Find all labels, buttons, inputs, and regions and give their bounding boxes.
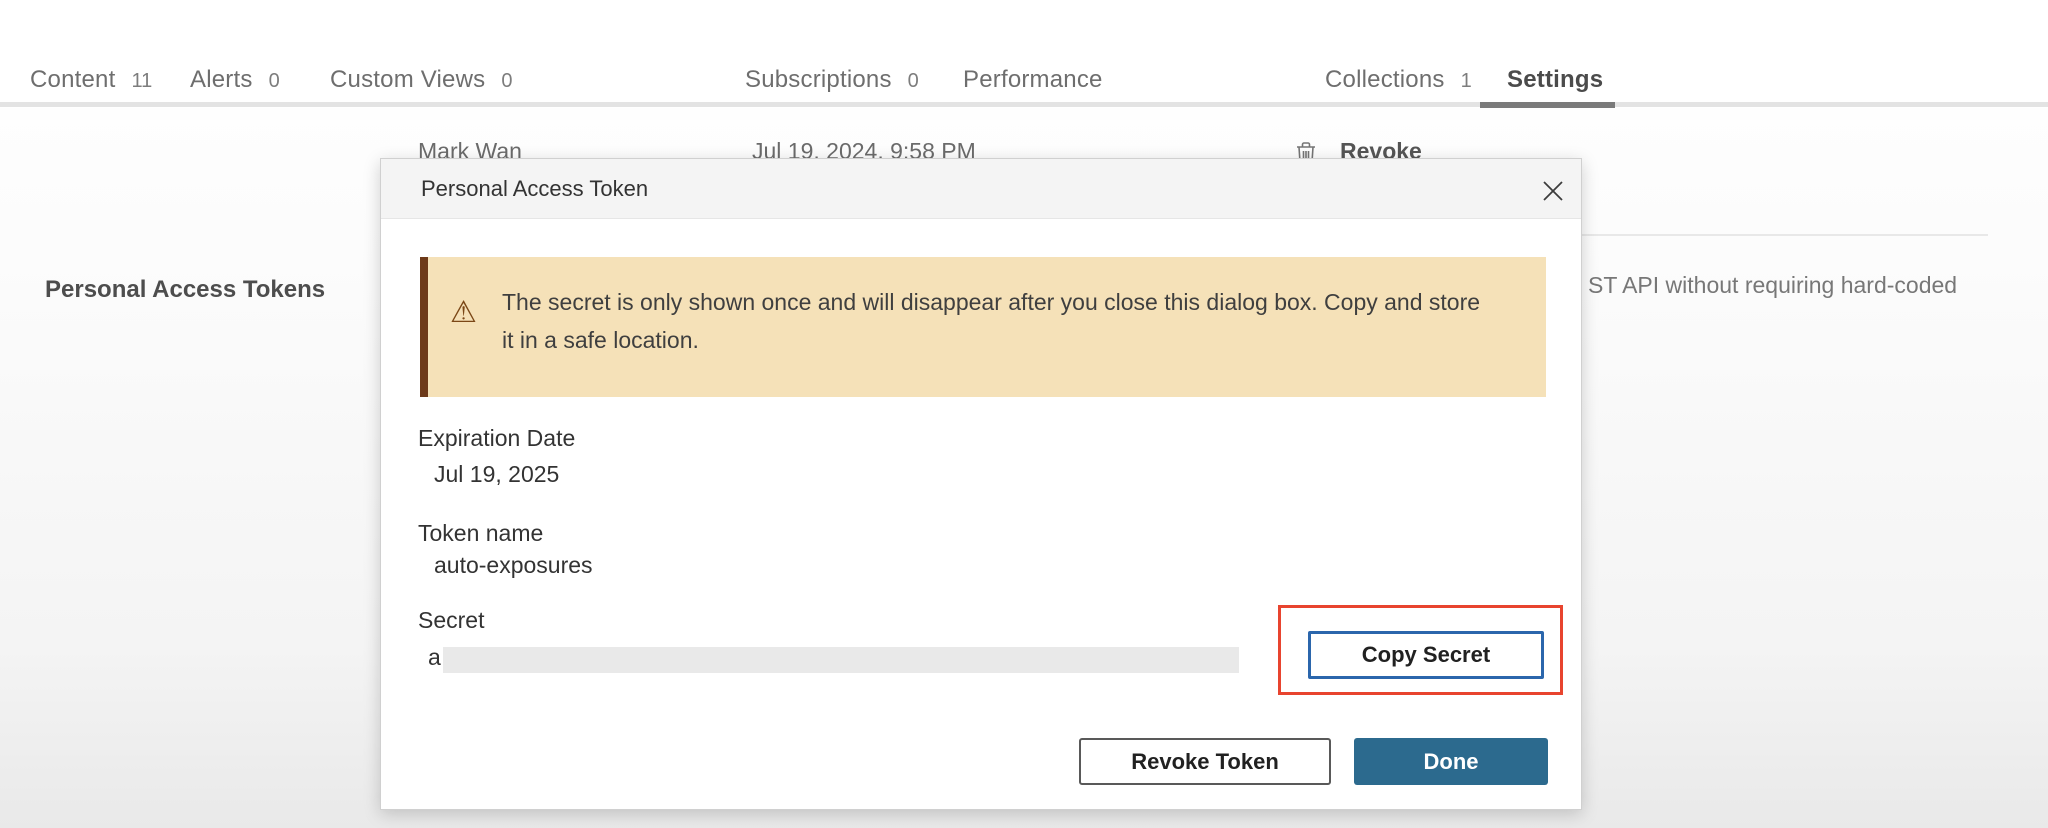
- expiration-date-label: Expiration Date: [418, 425, 575, 452]
- tab-custom-views[interactable]: Custom Views 0: [330, 66, 512, 94]
- section-description-fragment: ST API without requiring hard-coded: [1588, 272, 2040, 299]
- token-name-label: Token name: [418, 520, 543, 547]
- tab-label: Performance: [963, 66, 1103, 94]
- personal-access-token-dialog: Personal Access Token ⚠ The secret is on…: [380, 158, 1582, 810]
- tab-label: Custom Views: [330, 66, 485, 94]
- secret-label: Secret: [418, 607, 484, 634]
- expiration-date-value: Jul 19, 2025: [434, 461, 559, 488]
- tab-label: Content: [30, 66, 115, 94]
- tab-count-badge: 0: [269, 70, 280, 93]
- tab-count-badge: 1: [1461, 70, 1472, 93]
- tab-bar: Content 11 Alerts 0 Custom Views 0 Subsc…: [0, 0, 2048, 108]
- tab-count-badge: 0: [908, 70, 919, 93]
- section-title: Personal Access Tokens: [45, 276, 325, 304]
- token-name-value: auto-exposures: [434, 552, 593, 579]
- tab-count-badge: 0: [501, 70, 512, 93]
- section-divider: [1582, 234, 1988, 236]
- secret-masked-bar: [443, 647, 1239, 673]
- tab-count-badge: 11: [131, 70, 152, 93]
- tab-label: Subscriptions: [745, 66, 892, 94]
- revoke-token-button[interactable]: Revoke Token: [1079, 738, 1331, 785]
- tab-alerts[interactable]: Alerts 0: [190, 66, 280, 94]
- tab-content[interactable]: Content 11: [30, 66, 152, 94]
- warning-banner: ⚠ The secret is only shown once and will…: [420, 257, 1546, 397]
- tab-collections[interactable]: Collections 1: [1325, 66, 1472, 94]
- close-icon[interactable]: [1539, 177, 1567, 205]
- tab-subscriptions[interactable]: Subscriptions 0: [745, 66, 919, 94]
- tab-label: Settings: [1507, 66, 1603, 94]
- copy-secret-button[interactable]: Copy Secret: [1308, 631, 1544, 679]
- dialog-header: Personal Access Token: [381, 159, 1581, 219]
- tab-label: Alerts: [190, 66, 253, 94]
- warning-triangle-icon: ⚠: [450, 295, 477, 330]
- dialog-title: Personal Access Token: [421, 159, 648, 219]
- active-tab-underline: [1480, 102, 1615, 108]
- tab-settings[interactable]: Settings: [1507, 66, 1603, 94]
- tab-bar-divider: [0, 102, 2048, 107]
- tab-performance[interactable]: Performance: [963, 66, 1103, 94]
- warning-text: The secret is only shown once and will d…: [502, 283, 1492, 359]
- tab-label: Collections: [1325, 66, 1445, 94]
- secret-value: a: [428, 644, 441, 671]
- done-button[interactable]: Done: [1354, 738, 1548, 785]
